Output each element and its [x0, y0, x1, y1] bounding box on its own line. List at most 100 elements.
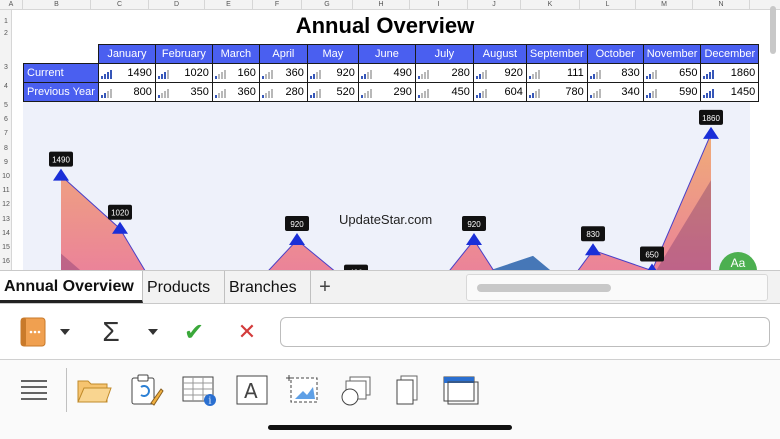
- value-cell[interactable]: 800: [97, 82, 156, 102]
- sheet-title[interactable]: Annual Overview: [230, 12, 540, 40]
- value-cell[interactable]: 920: [472, 63, 527, 83]
- value-cell[interactable]: 490: [357, 63, 416, 83]
- home-indicator: [268, 425, 512, 430]
- row-header[interactable]: 5: [0, 102, 12, 109]
- value-cell[interactable]: 350: [154, 82, 213, 102]
- value-cell[interactable]: 650: [642, 63, 702, 83]
- value-cell[interactable]: 520: [306, 82, 359, 102]
- sum-button[interactable]: Σ: [96, 316, 126, 347]
- data-table[interactable]: January February March April May June July Augu…: [23, 44, 760, 102]
- month-header-cell[interactable]: December: [700, 44, 760, 64]
- page-layout-button[interactable]: [388, 370, 428, 410]
- table-properties-button[interactable]: i: [180, 370, 220, 410]
- column-header[interactable]: J: [468, 0, 521, 10]
- column-header[interactable]: I: [410, 0, 468, 10]
- value-cell[interactable]: 1020: [154, 63, 213, 83]
- column-header[interactable]: L: [580, 0, 636, 10]
- column-header[interactable]: F: [253, 0, 302, 10]
- month-header-cell[interactable]: April: [258, 44, 308, 64]
- row-header[interactable]: 1: [0, 18, 12, 25]
- table-row: Current 1490 1020 160 360 920 490 280 920 111 830 6…: [23, 63, 760, 83]
- column-header[interactable]: C: [91, 0, 149, 10]
- value-cell[interactable]: 1490: [97, 63, 156, 83]
- value-cell[interactable]: 1860: [700, 63, 760, 83]
- chevron-down-icon: [148, 329, 158, 335]
- column-header[interactable]: G: [302, 0, 353, 10]
- column-header[interactable]: K: [521, 0, 580, 10]
- sparkline-icon: [475, 89, 487, 98]
- open-file-button[interactable]: [74, 370, 114, 410]
- row-header[interactable]: 7: [0, 130, 12, 137]
- sparkline-icon: [360, 70, 372, 79]
- cell-reference-button[interactable]: [14, 317, 50, 347]
- row-header[interactable]: 14: [0, 230, 12, 237]
- month-header-cell[interactable]: November: [642, 44, 702, 64]
- row-header[interactable]: 15: [0, 244, 12, 251]
- value-cell[interactable]: 280: [258, 82, 308, 102]
- add-sheet-button[interactable]: +: [312, 271, 338, 304]
- menu-button[interactable]: [14, 370, 54, 410]
- month-header-cell[interactable]: January: [97, 44, 156, 64]
- month-header-cell[interactable]: September: [525, 44, 588, 64]
- month-header-cell[interactable]: July: [414, 44, 474, 64]
- row-header[interactable]: 12: [0, 201, 12, 208]
- value-cell[interactable]: 780: [525, 82, 588, 102]
- accept-button[interactable]: ✔: [178, 318, 210, 346]
- column-header[interactable]: B: [23, 0, 91, 10]
- tab-annual-overview[interactable]: Annual Overview: [0, 271, 143, 303]
- spreadsheet-view[interactable]: ABCDEFGHIJKLMN 1 2 3 4 5 6 7 8 9 10 11 12 13 14 15 16 A…: [0, 0, 780, 270]
- value-cell[interactable]: 160: [211, 63, 260, 83]
- value-cell[interactable]: 290: [357, 82, 416, 102]
- month-header-cell[interactable]: February: [154, 44, 213, 64]
- column-header[interactable]: A: [0, 0, 23, 10]
- column-header[interactable]: H: [353, 0, 410, 10]
- month-header-cell[interactable]: May: [306, 44, 359, 64]
- value-cell[interactable]: 280: [414, 63, 474, 83]
- vertical-scrollbar[interactable]: [770, 6, 776, 54]
- row-header[interactable]: 10: [0, 173, 12, 180]
- month-header-cell[interactable]: October: [586, 44, 644, 64]
- row-header[interactable]: 16: [0, 258, 12, 265]
- cancel-button[interactable]: ✕: [232, 318, 262, 346]
- crop-image-button[interactable]: [284, 370, 324, 410]
- paste-format-button[interactable]: [126, 370, 166, 410]
- value-cell[interactable]: 111: [525, 63, 588, 83]
- value-cell[interactable]: 920: [306, 63, 359, 83]
- row-header[interactable]: 11: [0, 187, 12, 194]
- row-header[interactable]: 9: [0, 159, 12, 166]
- series-label-cell[interactable]: Previous Year: [23, 82, 99, 102]
- value-cell[interactable]: 360: [211, 82, 260, 102]
- column-header[interactable]: E: [205, 0, 253, 10]
- row-header[interactable]: 13: [0, 216, 12, 223]
- cell-menu-dropdown[interactable]: [54, 318, 76, 346]
- window-view-button[interactable]: [440, 370, 480, 410]
- value-cell[interactable]: 360: [258, 63, 308, 83]
- row-header[interactable]: 3: [0, 64, 12, 71]
- row-header[interactable]: 2: [0, 30, 12, 37]
- month-header-cell[interactable]: August: [472, 44, 527, 64]
- function-dropdown[interactable]: [142, 318, 164, 346]
- value-cell[interactable]: 830: [586, 63, 644, 83]
- month-header-cell[interactable]: March: [211, 44, 260, 64]
- column-header[interactable]: D: [149, 0, 205, 10]
- area-chart[interactable]: 149010201603609204902809201118306501860: [23, 102, 750, 270]
- value-cell[interactable]: 590: [642, 82, 702, 102]
- formula-input[interactable]: [280, 317, 770, 347]
- value-cell[interactable]: 450: [414, 82, 474, 102]
- column-header[interactable]: M: [636, 0, 693, 10]
- tab-products[interactable]: Products: [143, 271, 225, 304]
- series-label-cell[interactable]: Current: [23, 63, 99, 83]
- row-header[interactable]: 6: [0, 116, 12, 123]
- value-cell[interactable]: 604: [472, 82, 527, 102]
- value-cell[interactable]: 340: [586, 82, 644, 102]
- column-header[interactable]: N: [693, 0, 750, 10]
- row-header[interactable]: 8: [0, 145, 12, 152]
- horizontal-scrollbar[interactable]: [466, 274, 768, 301]
- month-header-cell[interactable]: June: [357, 44, 416, 64]
- insert-textbox-button[interactable]: A: [232, 370, 272, 410]
- insert-shape-button[interactable]: [336, 370, 376, 410]
- horizontal-scroll-thumb[interactable]: [477, 284, 611, 292]
- value-cell[interactable]: 1450: [700, 82, 760, 102]
- row-header[interactable]: 4: [0, 83, 12, 90]
- tab-branches[interactable]: Branches: [225, 271, 311, 304]
